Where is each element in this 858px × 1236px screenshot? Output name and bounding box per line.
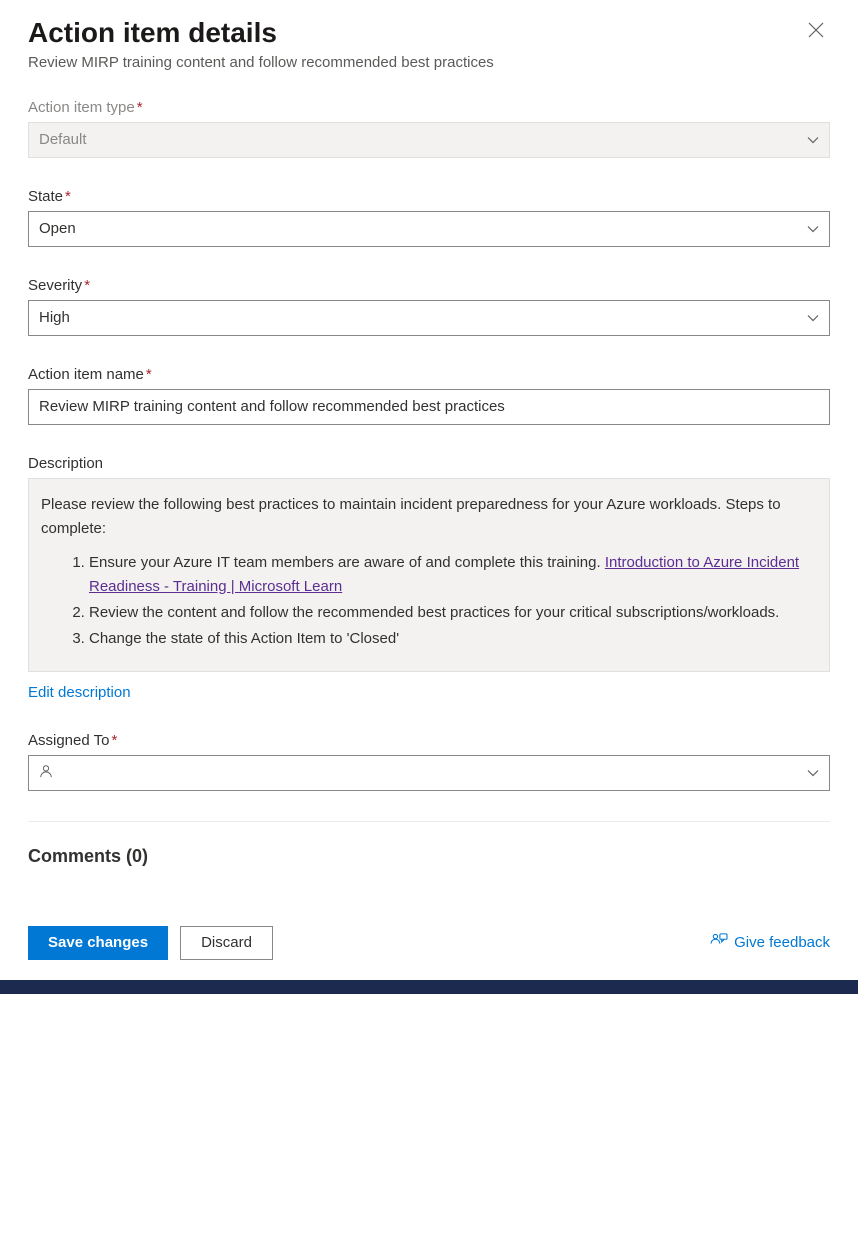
description-step-3: Change the state of this Action Item to …	[89, 627, 817, 651]
state-value: Open	[39, 220, 76, 237]
close-button[interactable]	[802, 16, 830, 44]
required-indicator: *	[84, 277, 90, 294]
discard-button[interactable]: Discard	[180, 926, 273, 960]
chevron-down-icon	[807, 220, 819, 237]
assigned-to-select[interactable]	[28, 755, 830, 791]
type-select: Default	[28, 122, 830, 158]
feedback-icon	[710, 933, 728, 953]
type-value: Default	[39, 131, 87, 148]
type-label: Action item type*	[28, 99, 830, 116]
assigned-label: Assigned To*	[28, 732, 830, 749]
severity-label: Severity*	[28, 277, 830, 294]
section-divider	[28, 821, 830, 822]
person-icon	[39, 764, 53, 782]
close-icon	[808, 22, 824, 38]
description-box: Please review the following best practic…	[28, 478, 830, 672]
name-input[interactable]	[28, 389, 830, 425]
required-indicator: *	[111, 732, 117, 749]
bottom-band	[0, 980, 858, 994]
description-steps: Ensure your Azure IT team members are aw…	[41, 551, 817, 651]
required-indicator: *	[65, 188, 71, 205]
give-feedback-link[interactable]: Give feedback	[710, 933, 830, 953]
save-button[interactable]: Save changes	[28, 926, 168, 960]
required-indicator: *	[137, 99, 143, 116]
description-step-1: Ensure your Azure IT team members are aw…	[89, 551, 817, 599]
state-label: State*	[28, 188, 830, 205]
page-title: Action item details	[28, 16, 494, 50]
description-intro: Please review the following best practic…	[41, 493, 817, 541]
name-label: Action item name*	[28, 366, 830, 383]
severity-value: High	[39, 309, 70, 326]
state-select[interactable]: Open	[28, 211, 830, 247]
chevron-down-icon	[807, 309, 819, 326]
edit-description-link[interactable]: Edit description	[28, 684, 131, 701]
page-subtitle: Review MIRP training content and follow …	[28, 54, 494, 71]
chevron-down-icon	[807, 131, 819, 148]
comments-heading: Comments (0)	[28, 846, 830, 867]
description-step-2: Review the content and follow the recomm…	[89, 601, 817, 625]
footer-bar: Save changes Discard Give feedback	[0, 907, 858, 980]
description-label: Description	[28, 455, 830, 472]
chevron-down-icon	[807, 764, 819, 781]
severity-select[interactable]: High	[28, 300, 830, 336]
required-indicator: *	[146, 366, 152, 383]
